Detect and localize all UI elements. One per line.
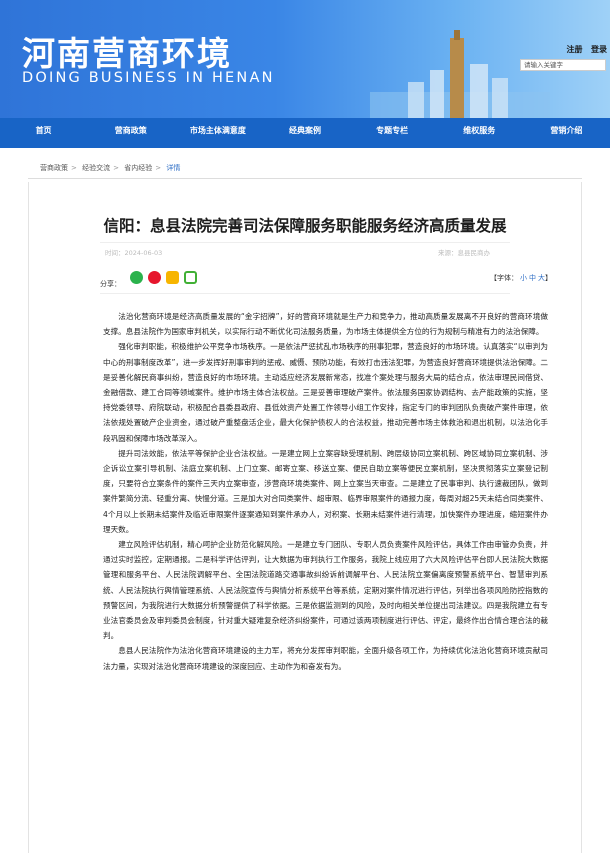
font-medium-button[interactable]: 中 [529,274,536,282]
search-input[interactable]: 请输入关键字 [520,59,606,71]
paragraph: 建立风险评估机制，精心呵护企业防范化解风险。一是建立专门团队、专职人员负责案件风… [103,540,548,641]
skyline-illustration [370,30,550,118]
nav-intro[interactable]: 营销介绍 [523,118,610,148]
main-nav: 首页 营商政策 市场主体满意度 经典案例 专题专栏 维权服务 营销介绍 [0,118,610,148]
nav-cases[interactable]: 经典案例 [261,118,348,148]
nav-rights[interactable]: 维权服务 [436,118,523,148]
register-link[interactable]: 注册 [566,45,582,54]
crumb-policy[interactable]: 营商政策 [40,164,68,172]
divider [100,293,510,294]
publish-time: 时间：2024-06-03 [105,249,163,257]
article-source: 来源：息县民商办 [438,249,490,257]
share-icons [130,271,197,284]
login-link[interactable]: 登录 [591,45,607,54]
font-size-close: 】 [545,274,552,282]
crumb-detail: 详情 [166,164,181,172]
moments-icon[interactable] [184,271,197,284]
nav-topics[interactable]: 专题专栏 [349,118,436,148]
share-label: 分享： [100,280,121,288]
article-body: 法治化营商环境是经济高质量发展的“金字招牌”，好的营商环境就是生产力和竞争力，推… [103,309,548,674]
divider [100,242,510,243]
paragraph: 强化审判职能，积极维护公平竞争市场秩序。一是依法严惩扰乱市场秩序的刑事犯罪，营造… [103,342,548,443]
font-size-label: 【字体： [490,274,518,282]
site-title: 河南营商环境 [22,34,232,73]
top-links: 注册 登录 [560,44,607,55]
nav-home[interactable]: 首页 [0,118,87,148]
wechat-icon[interactable] [130,271,143,284]
site-subtitle: DOING BUSINESS IN HENAN [22,70,275,86]
font-small-button[interactable]: 小 [520,274,527,282]
breadcrumb: 营商政策 > 经验交流 > 省内经验 > 详情 [40,164,181,172]
crumb-province[interactable]: 省内经验 [124,164,152,172]
crumb-experience[interactable]: 经验交流 [82,164,110,172]
qzone-icon[interactable] [166,271,179,284]
nav-satisfaction[interactable]: 市场主体满意度 [174,118,261,148]
header-banner: 河南营商环境 DOING BUSINESS IN HENAN 注册 登录 请输入… [0,0,610,118]
article-title: 信阳：息县法院完善司法保障服务职能服务经济高质量发展 [103,217,507,235]
paragraph: 法治化营商环境是经济高质量发展的“金字招牌”，好的营商环境就是生产力和竞争力，推… [103,312,548,337]
divider [28,178,582,179]
nav-policy[interactable]: 营商政策 [87,118,174,148]
paragraph: 息县人民法院作为法治化营商环境建设的主力军，将充分发挥审判职能，全面升级各项工作… [103,646,548,671]
font-large-button[interactable]: 大 [538,274,545,282]
weibo-icon[interactable] [148,271,161,284]
paragraph: 提升司法效能，依法平等保护企业合法权益。一是建立网上立案容缺受理机制、跨层级协同… [103,448,548,534]
font-size-control: 【字体：小中大】 [490,273,552,283]
